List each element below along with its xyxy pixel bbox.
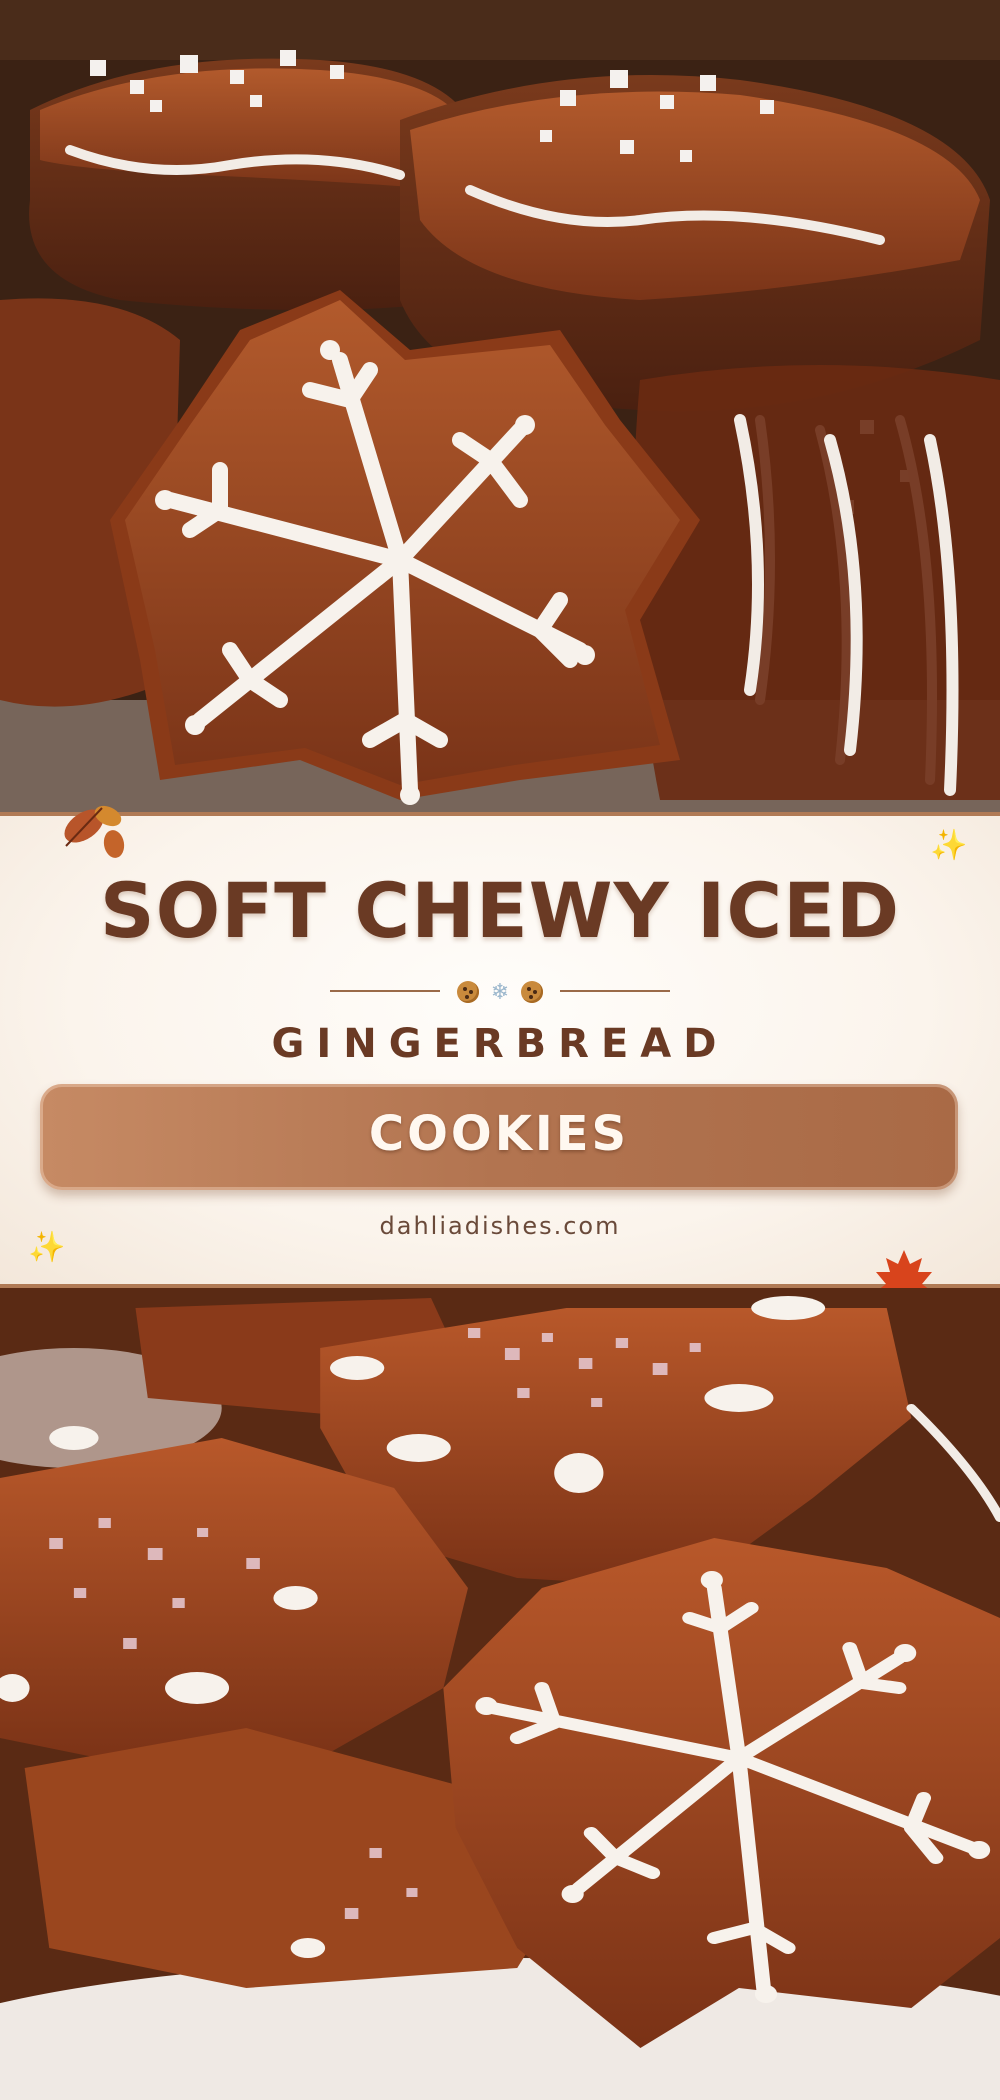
divider-rule-left (330, 990, 440, 992)
snowflake-icon: ❄ (490, 979, 510, 1005)
pin-graphic: ✨ ✨ SOFT CHEWY ICED ❄ GINGERBREAD COOKIE… (0, 0, 1000, 2100)
cookie-icon (521, 981, 544, 1004)
top-cookie-photo (0, 0, 1000, 812)
bottom-cookie-photo (0, 1288, 1000, 2100)
autumn-leaves-icon (64, 805, 125, 858)
title-line-1: SOFT CHEWY ICED (99, 866, 901, 955)
cookies-badge-label: COOKIES (368, 1106, 630, 1162)
title-band: ✨ ✨ SOFT CHEWY ICED ❄ GINGERBREAD COOKIE… (0, 805, 1000, 1314)
title-divider: ❄ (0, 976, 1000, 1006)
website-url[interactable]: dahliadishes.com (0, 1212, 1000, 1240)
sparkle-icon: ✨ (930, 829, 968, 862)
divider-rule-right (560, 990, 670, 992)
cookies-badge: COOKIES (40, 1084, 958, 1190)
bottom-photo-illustration (0, 1288, 1000, 2100)
title-line-2: GINGERBREAD (271, 1021, 729, 1067)
cookie-icon (456, 981, 479, 1004)
top-photo-illustration (0, 0, 1000, 812)
